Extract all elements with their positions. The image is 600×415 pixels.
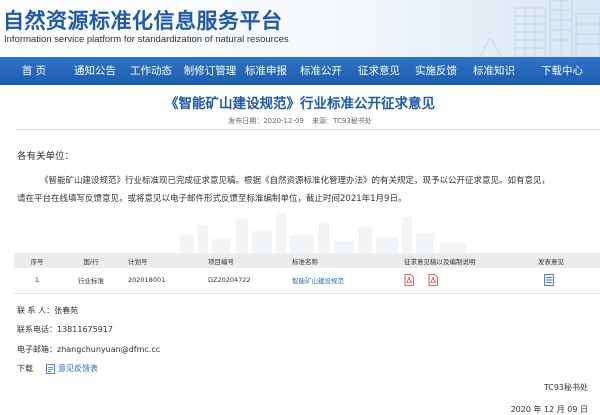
contact-email-label: 电子邮箱： bbox=[17, 345, 57, 354]
cell-project: DZ20204722 bbox=[202, 268, 286, 294]
feedback-form-icon[interactable] bbox=[544, 274, 554, 287]
cell-plan: 202018001 bbox=[122, 268, 202, 294]
pdf-icon[interactable] bbox=[428, 274, 438, 287]
col-header-no: 序号 bbox=[14, 253, 60, 268]
article-source: 来源：TC93秘书处 bbox=[312, 117, 372, 125]
col-header-project: 项目编号 bbox=[202, 253, 286, 268]
signature-date: 2020 年 12 月 09 日 bbox=[510, 405, 588, 414]
col-header-feedback: 发表意见 bbox=[532, 253, 600, 268]
download-label: 下载 bbox=[17, 364, 33, 373]
publish-date: 发布日期：2020-12-09 bbox=[228, 117, 304, 125]
nav-revision-management[interactable]: 制修订管理 bbox=[180, 57, 240, 85]
salutation: 各有关单位： bbox=[17, 151, 75, 162]
nav-solicit-opinions[interactable]: 征求意见 bbox=[350, 57, 408, 85]
contact-person-value: 张春苑 bbox=[54, 306, 79, 315]
standard-name-link[interactable]: 智能矿山建设规范 bbox=[292, 277, 344, 285]
main-nav: 首 页 通知公告 工作动态 制修订管理 标准申报 标准公开 征求意见 实施反馈 … bbox=[0, 57, 600, 85]
nav-standard-public[interactable]: 标准公开 bbox=[292, 57, 350, 85]
contact-phone: 联系电话：13811675917 bbox=[17, 324, 113, 335]
pdf-icon[interactable] bbox=[404, 274, 414, 287]
article-meta: 发布日期：2020-12-09 来源：TC93秘书处 bbox=[0, 116, 600, 126]
table-header-row: 序号 国/行 计划号 项目编号 标准名称 征求意见稿以及编制说明 发表意见 bbox=[14, 253, 600, 268]
site-subtitle: Information service platform for standar… bbox=[4, 34, 289, 45]
body-paragraph-line-1: 《智能矿山建设规范》行业标准现已完成征求意见稿。根据《自然资源标准化管理办法》的… bbox=[40, 176, 551, 186]
site-title[interactable]: 自然资源标准化信息服务平台 bbox=[3, 5, 283, 35]
cell-name: 智能矿山建设规范 bbox=[286, 268, 398, 294]
standards-table: 序号 国/行 计划号 项目编号 标准名称 征求意见稿以及编制说明 发表意见 1 … bbox=[14, 253, 600, 294]
nav-download-center[interactable]: 下载中心 bbox=[524, 57, 600, 85]
cell-no: 1 bbox=[14, 268, 60, 294]
col-header-plan: 计划号 bbox=[122, 253, 202, 268]
nav-work-updates[interactable]: 工作动态 bbox=[122, 57, 180, 85]
signature-org: TC93秘书处 bbox=[543, 383, 588, 392]
nav-implementation-feedback[interactable]: 实施反馈 bbox=[408, 57, 464, 85]
document-icon[interactable] bbox=[45, 363, 55, 374]
contact-person: 联 系 人：张春苑 bbox=[17, 305, 78, 316]
divider bbox=[16, 129, 600, 130]
nav-notices[interactable]: 通知公告 bbox=[68, 57, 122, 85]
contact-person-label: 联 系 人： bbox=[17, 306, 55, 315]
nav-home[interactable]: 首 页 bbox=[0, 57, 68, 85]
col-header-name: 标准名称 bbox=[286, 253, 398, 268]
article-title: 《智能矿山建设规范》行业标准公开征求意见 bbox=[165, 96, 435, 112]
contact-email-value: zhangchunyuan@dfmc.cc bbox=[57, 345, 161, 354]
cell-type: 行业标准 bbox=[60, 268, 122, 294]
download-row: 下载 意见反馈表 bbox=[17, 363, 98, 374]
col-header-type: 国/行 bbox=[60, 253, 122, 268]
contact-phone-label: 联系电话： bbox=[17, 325, 57, 334]
body-paragraph-line-2: 请在平台在线填写反馈意见，或将意见以电子邮件形式反馈至标准编制单位，截止时间20… bbox=[17, 194, 407, 204]
table-row: 1 行业标准 202018001 DZ20204722 智能矿山建设规范 bbox=[14, 268, 600, 294]
contact-email: 电子邮箱：zhangchunyuan@dfmc.cc bbox=[17, 344, 160, 355]
building-graphic bbox=[479, 0, 600, 57]
contact-phone-value: 13811675917 bbox=[57, 325, 113, 334]
site-header: 自然资源标准化信息服务平台 Information service platfo… bbox=[0, 0, 600, 57]
nav-standard-knowledge[interactable]: 标准知识 bbox=[464, 57, 524, 85]
col-header-draft: 征求意见稿以及编制说明 bbox=[398, 253, 532, 268]
cell-draft bbox=[398, 268, 532, 294]
cell-feedback bbox=[532, 268, 600, 294]
nav-standard-application[interactable]: 标准申报 bbox=[240, 57, 292, 85]
feedback-form-download-link[interactable]: 意见反馈表 bbox=[58, 364, 98, 373]
